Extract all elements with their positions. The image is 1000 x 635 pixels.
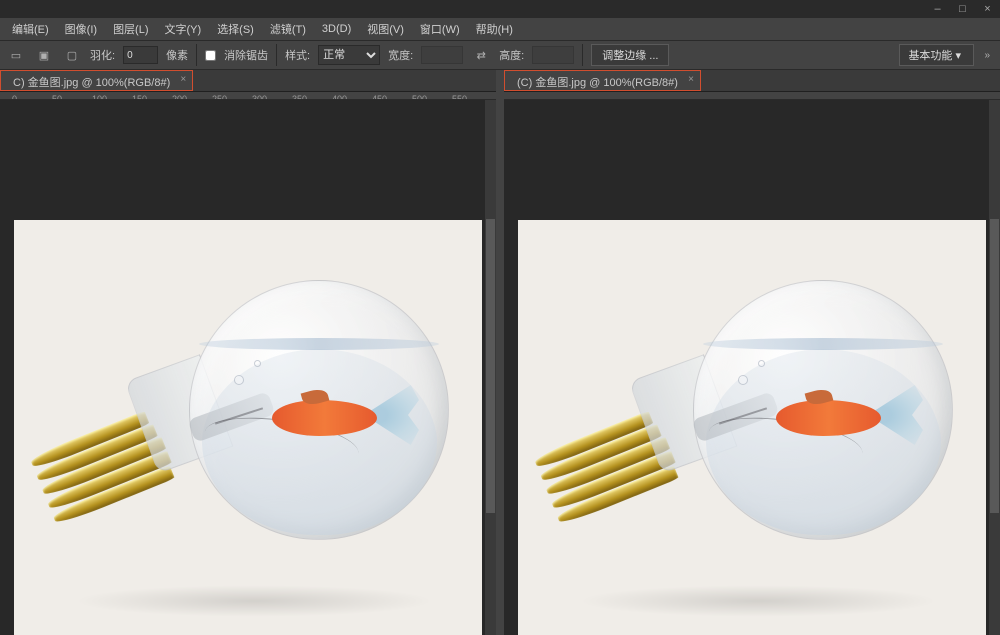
divider <box>196 44 197 66</box>
antialias-label: 消除锯齿 <box>224 47 268 63</box>
canvas-area[interactable] <box>0 100 496 635</box>
horizontal-ruler: 0 50 100 150 200 250 300 350 400 450 500… <box>0 92 496 100</box>
selection-add-icon[interactable]: ▣ <box>34 45 54 65</box>
tab-bar: (C) 金鱼图.jpg @ 100%(RGB/8#) × <box>504 70 1000 92</box>
selection-new-icon[interactable]: ▭ <box>6 45 26 65</box>
feather-input[interactable] <box>123 46 158 64</box>
swap-wh-icon[interactable]: ⇄ <box>471 45 491 65</box>
document-panel-left: C) 金鱼图.jpg @ 100%(RGB/8#) × 0 50 100 150… <box>0 70 496 635</box>
tab-bar: C) 金鱼图.jpg @ 100%(RGB/8#) × <box>0 70 496 92</box>
horizontal-ruler <box>504 92 1000 100</box>
menu-edit[interactable]: 编辑(E) <box>4 19 57 39</box>
antialias-checkbox[interactable] <box>205 50 216 61</box>
menu-select[interactable]: 选择(S) <box>209 19 262 39</box>
workspace-switcher[interactable]: 基本功能 <box>899 44 974 66</box>
menu-type[interactable]: 文字(Y) <box>157 19 210 39</box>
menu-help[interactable]: 帮助(H) <box>468 19 521 39</box>
canvas-image <box>518 220 986 635</box>
style-label: 样式: <box>285 47 310 63</box>
close-window-button[interactable]: × <box>975 0 1000 18</box>
menu-image[interactable]: 图像(I) <box>57 19 105 39</box>
refine-edge-button[interactable]: 调整边缘 ... <box>591 44 669 66</box>
tab-title: (C) 金鱼图.jpg @ 100%(RGB/8#) <box>517 77 678 89</box>
style-select[interactable]: 正常 <box>318 45 380 65</box>
menu-bar: 编辑(E) 图像(I) 图层(L) 文字(Y) 选择(S) 滤镜(T) 3D(D… <box>0 18 1000 40</box>
feather-label: 羽化: <box>90 47 115 63</box>
canvas-area[interactable] <box>504 100 1000 635</box>
vertical-scrollbar[interactable] <box>485 100 496 635</box>
menu-filter[interactable]: 滤镜(T) <box>262 19 314 39</box>
minimize-button[interactable]: – <box>925 0 950 18</box>
document-tab[interactable]: (C) 金鱼图.jpg @ 100%(RGB/8#) × <box>504 70 701 91</box>
menu-window[interactable]: 窗口(W) <box>412 19 468 39</box>
tab-title: C) 金鱼图.jpg @ 100%(RGB/8#) <box>13 77 170 89</box>
feather-unit-label: 像素 <box>166 47 188 63</box>
expand-panels-icon[interactable]: » <box>980 50 994 61</box>
options-bar: ▭ ▣ ▢ 羽化: 像素 消除锯齿 样式: 正常 宽度: ⇄ 高度: 调整边缘 … <box>0 40 1000 70</box>
height-input[interactable] <box>532 46 574 64</box>
menu-3d[interactable]: 3D(D) <box>314 21 359 37</box>
width-label: 宽度: <box>388 47 413 63</box>
selection-subtract-icon[interactable]: ▢ <box>62 45 82 65</box>
window-controls: – □ × <box>0 0 1000 18</box>
divider <box>582 44 583 66</box>
canvas-image <box>14 220 482 635</box>
height-label: 高度: <box>499 47 524 63</box>
document-panel-right: (C) 金鱼图.jpg @ 100%(RGB/8#) × <box>504 70 1000 635</box>
menu-layer[interactable]: 图层(L) <box>105 19 156 39</box>
divider <box>276 44 277 66</box>
close-tab-icon[interactable]: × <box>688 74 694 85</box>
close-tab-icon[interactable]: × <box>180 74 186 85</box>
menu-view[interactable]: 视图(V) <box>359 19 412 39</box>
vertical-scrollbar[interactable] <box>989 100 1000 635</box>
width-input[interactable] <box>421 46 463 64</box>
maximize-button[interactable]: □ <box>950 0 975 18</box>
document-tab[interactable]: C) 金鱼图.jpg @ 100%(RGB/8#) × <box>0 70 193 91</box>
documents-container: C) 金鱼图.jpg @ 100%(RGB/8#) × 0 50 100 150… <box>0 70 1000 635</box>
